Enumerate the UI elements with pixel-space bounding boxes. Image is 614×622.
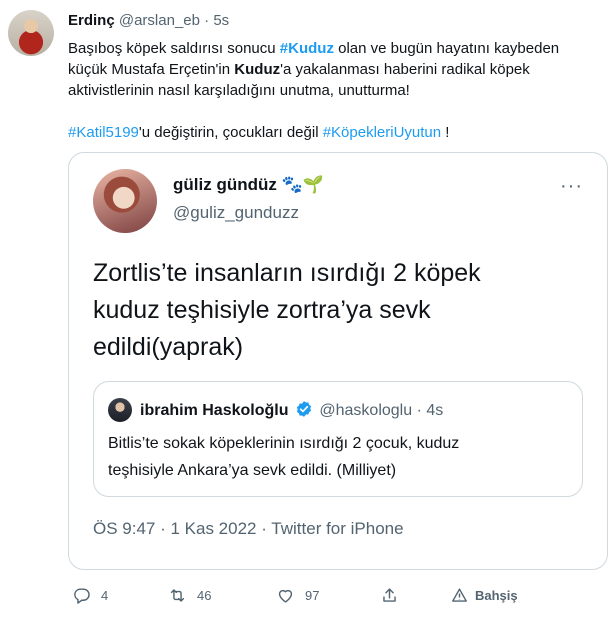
author-handle[interactable]: @arslan_eb — [119, 12, 200, 29]
text-segment: Başıboş köpek saldırısı sonucu — [68, 40, 280, 57]
nested-header: ibrahim Haskoloğlu @haskologlu · 4s — [140, 400, 443, 420]
heart-icon — [278, 589, 293, 603]
retweet-count: 46 — [197, 588, 212, 603]
reply-count: 4 — [101, 588, 109, 603]
hashtag-kuduz[interactable]: #Kuduz — [280, 40, 334, 57]
tweet-line-spacer — [68, 101, 604, 122]
author-name[interactable]: Erdinç — [68, 12, 115, 29]
text-segment: küçük Mustafa Erçetin'in — [68, 61, 235, 78]
quoted-tweet-meta[interactable]: ÖS 9:47 · 1 Kas 2022 · Twitter for iPhon… — [93, 519, 404, 539]
nested-author-avatar[interactable] — [108, 398, 132, 422]
text-segment: 'u değiştirin, çocukları değil — [138, 124, 323, 141]
reply-button[interactable]: 4 — [72, 586, 108, 605]
nested-tweet-text: Bitlis’te sokak köpeklerinin ısırdığı 2 … — [108, 430, 568, 484]
quoted-author-name[interactable]: güliz gündüz — [173, 175, 277, 194]
tweet-time[interactable]: 5s — [213, 12, 229, 29]
verified-badge-icon — [296, 401, 311, 417]
nested-author-name[interactable]: ibrahim Haskoloğlu — [140, 402, 288, 419]
quoted-text-line: Zortlis’te insanların ısırdığı 2 köpek — [93, 259, 481, 287]
tweet-actions: 4 46 97 Bahşiş — [68, 586, 608, 614]
nested-separator: · — [416, 402, 422, 419]
quoted-author-name-row: güliz gündüz 🐾🌱 — [173, 175, 324, 195]
tip-label: Bahşiş — [475, 588, 518, 603]
quoted-text-line: edildi(yaprak) — [93, 333, 244, 361]
tweet-header: Erdinç @arslan_eb · 5s — [68, 12, 229, 29]
seedling-icon: 🌱 — [302, 175, 324, 195]
text-segment: 'a yakalanması haberini radikal köpek — [280, 61, 530, 78]
nested-text-line: teşhisiyle Ankara’ya sevk edildi. (Milli… — [108, 462, 397, 479]
hashtag-kopekleriuyutun[interactable]: #KöpekleriUyutun — [323, 124, 441, 141]
tweet-line-3: aktivistlerinin nasıl karşıladığını unut… — [68, 82, 410, 99]
quoted-tweet-card[interactable]: güliz gündüz 🐾🌱 @guliz_gunduzz ··· Zortl… — [68, 152, 608, 570]
reply-icon — [74, 588, 90, 604]
tip-button[interactable]: Bahşiş — [450, 586, 518, 605]
share-icon — [383, 588, 396, 602]
author-avatar[interactable] — [8, 10, 54, 56]
header-separator: · — [204, 12, 210, 29]
nested-quoted-tweet[interactable]: ibrahim Haskoloğlu @haskologlu · 4s Bitl… — [93, 381, 583, 497]
quoted-author-handle[interactable]: @guliz_gunduzz — [173, 203, 299, 223]
tweet-text: Başıboş köpek saldırısı sonucu #Kuduz ol… — [68, 38, 604, 143]
hashtag-katil5199[interactable]: #Katil5199 — [68, 124, 139, 141]
quoted-text-line: kuduz teşhisiyle zortra’ya sevk — [93, 296, 431, 324]
tip-icon — [452, 588, 467, 602]
nested-author-handle[interactable]: @haskologlu — [319, 402, 412, 419]
like-button[interactable]: 97 — [276, 586, 319, 605]
nested-time[interactable]: 4s — [426, 402, 443, 419]
quoted-author-avatar[interactable] — [93, 169, 157, 233]
retweet-icon — [170, 589, 185, 602]
quoted-tweet-text: Zortlis’te insanların ısırdığı 2 köpek k… — [93, 255, 593, 366]
paw-prints-icon: 🐾 — [281, 175, 303, 195]
text-segment: olan ve bugün hayatını kaybeden — [333, 40, 560, 57]
bold-kuduz: Kuduz — [234, 61, 281, 78]
share-button[interactable] — [380, 586, 399, 605]
nested-text-line: Bitlis’te sokak köpeklerinin ısırdığı 2 … — [108, 435, 460, 452]
more-options-icon[interactable]: ··· — [560, 175, 583, 198]
tweet-line-4: #Katil5199'u değiştirin, çocukları değil… — [68, 122, 604, 143]
tweet-line-2: küçük Mustafa Erçetin'in Kuduz'a yakalan… — [68, 59, 604, 80]
retweet-button[interactable]: 46 — [168, 586, 211, 605]
like-count: 97 — [305, 588, 320, 603]
tweet-line-1: Başıboş köpek saldırısı sonucu #Kuduz ol… — [68, 38, 604, 59]
text-segment: ! — [441, 124, 450, 141]
